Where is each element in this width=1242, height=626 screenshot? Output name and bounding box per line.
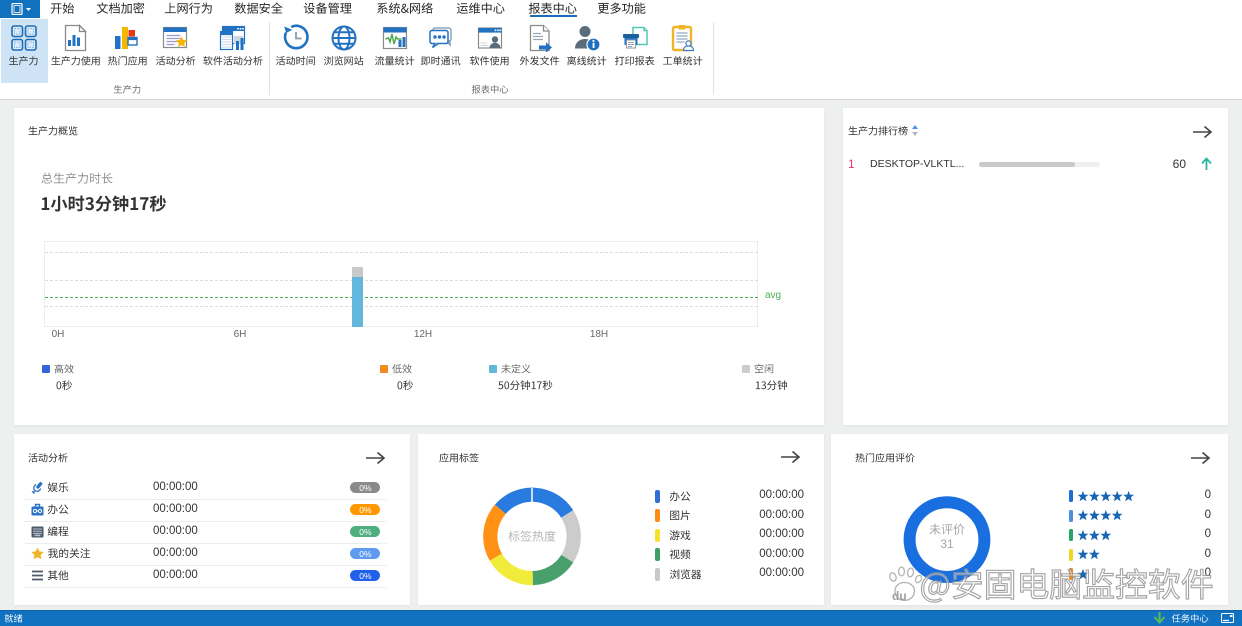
svg-text:du: du [892,589,907,603]
